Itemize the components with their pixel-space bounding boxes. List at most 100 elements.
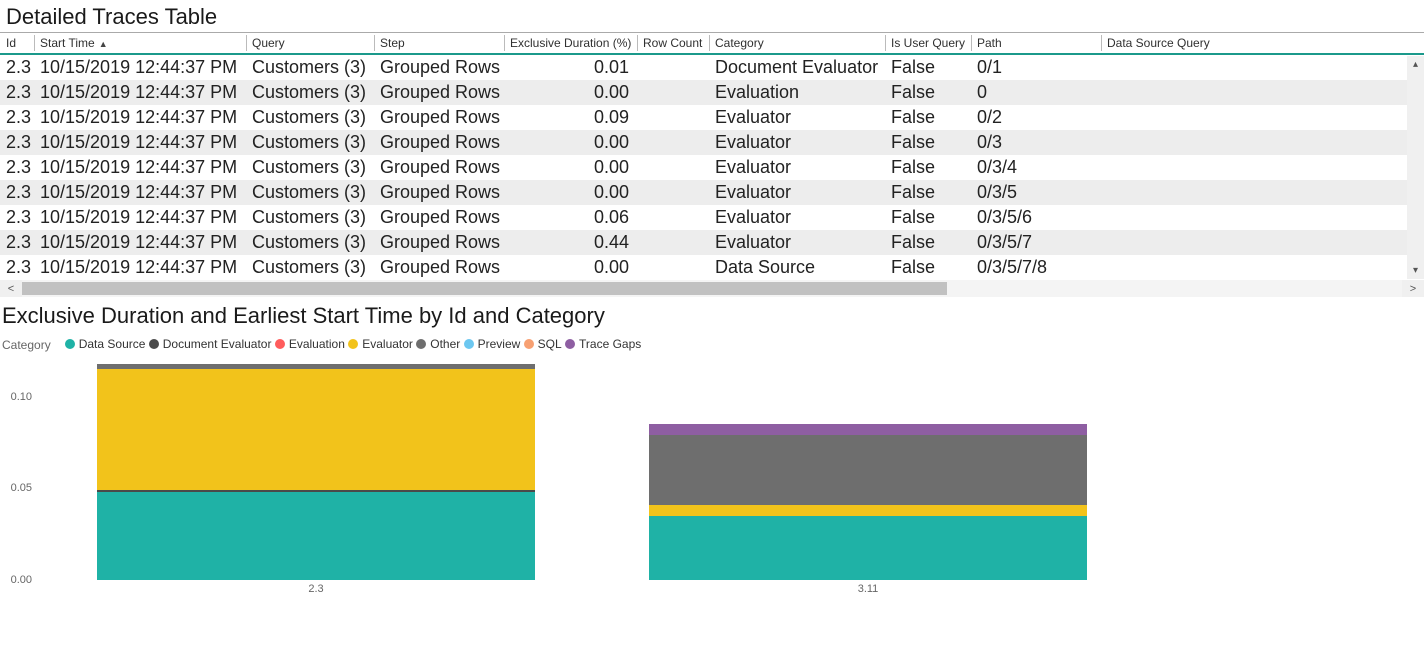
column-header[interactable]: Data Source Query [1101, 33, 1424, 55]
cell-dsq [1101, 155, 1424, 180]
column-header[interactable]: Exclusive Duration (%) [504, 33, 637, 55]
column-header[interactable]: Query [246, 33, 374, 55]
cell-isuser: False [885, 105, 971, 130]
sort-asc-icon: ▲ [99, 39, 108, 49]
table-row[interactable]: 2.310/15/2019 12:44:37 PMCustomers (3)Gr… [0, 205, 1424, 230]
table-row[interactable]: 2.310/15/2019 12:44:37 PMCustomers (3)Gr… [0, 105, 1424, 130]
bar-segment[interactable] [649, 516, 1086, 580]
table-title: Detailed Traces Table [0, 0, 1424, 32]
legend-item[interactable]: Other [416, 337, 460, 351]
legend-label-text: Preview [478, 337, 521, 351]
chart-area: 0.000.050.10 2.33.11 [0, 360, 1424, 600]
cell-step: Grouped Rows [374, 105, 504, 130]
cell-isuser: False [885, 54, 971, 80]
legend-item[interactable]: SQL [524, 337, 562, 351]
legend-item[interactable]: Preview [464, 337, 521, 351]
cell-id: 2.3 [0, 155, 34, 180]
cell-start: 10/15/2019 12:44:37 PM [34, 130, 246, 155]
bar[interactable] [97, 364, 534, 580]
legend-title: Category [2, 338, 51, 352]
cell-start: 10/15/2019 12:44:37 PM [34, 255, 246, 280]
cell-rowcount [637, 105, 709, 130]
cell-rowcount [637, 130, 709, 155]
legend-item[interactable]: Evaluation [275, 337, 345, 351]
cell-isuser: False [885, 155, 971, 180]
scroll-down-icon[interactable]: ▾ [1407, 262, 1424, 279]
cell-isuser: False [885, 230, 971, 255]
legend-label-text: Evaluator [362, 337, 413, 351]
cell-query: Customers (3) [246, 255, 374, 280]
cell-category: Evaluator [709, 180, 885, 205]
cell-id: 2.3 [0, 54, 34, 80]
column-header[interactable]: Step [374, 33, 504, 55]
table-row[interactable]: 2.310/15/2019 12:44:37 PMCustomers (3)Gr… [0, 230, 1424, 255]
cell-dsq [1101, 180, 1424, 205]
y-tick: 0.00 [11, 574, 32, 586]
column-header[interactable]: Id [0, 33, 34, 55]
cell-path: 0/3/5/6 [971, 205, 1101, 230]
scroll-left-icon[interactable]: < [0, 283, 22, 295]
cell-query: Customers (3) [246, 130, 374, 155]
column-header[interactable]: Path [971, 33, 1101, 55]
column-header[interactable]: Start Time▲ [34, 33, 246, 55]
x-axis: 2.33.11 [40, 580, 1144, 600]
cell-excl: 0.00 [504, 155, 637, 180]
cell-start: 10/15/2019 12:44:37 PM [34, 105, 246, 130]
bar[interactable] [649, 424, 1086, 580]
table-row[interactable]: 2.310/15/2019 12:44:37 PMCustomers (3)Gr… [0, 180, 1424, 205]
legend-item[interactable]: Trace Gaps [565, 337, 641, 351]
hscroll-track[interactable] [22, 280, 1402, 297]
legend-swatch-icon [524, 339, 534, 349]
column-header[interactable]: Row Count [637, 33, 709, 55]
cell-dsq [1101, 105, 1424, 130]
legend-label-text: Evaluation [289, 337, 345, 351]
cell-category: Evaluator [709, 230, 885, 255]
cell-query: Customers (3) [246, 180, 374, 205]
legend-item[interactable]: Document Evaluator [149, 337, 272, 351]
table-body: 2.310/15/2019 12:44:37 PMCustomers (3)Gr… [0, 54, 1424, 280]
table-row[interactable]: 2.310/15/2019 12:44:37 PMCustomers (3)Gr… [0, 54, 1424, 80]
bar-segment[interactable] [97, 492, 534, 580]
legend-item[interactable]: Data Source [65, 337, 146, 351]
bar-segment[interactable] [649, 505, 1086, 516]
bar-segment[interactable] [97, 369, 534, 490]
table-row[interactable]: 2.310/15/2019 12:44:37 PMCustomers (3)Gr… [0, 255, 1424, 280]
cell-step: Grouped Rows [374, 255, 504, 280]
hscroll-thumb[interactable] [22, 282, 947, 295]
chart-title: Exclusive Duration and Earliest Start Ti… [0, 297, 1424, 337]
cell-category: Data Source [709, 255, 885, 280]
bar-segment[interactable] [649, 435, 1086, 505]
cell-start: 10/15/2019 12:44:37 PM [34, 230, 246, 255]
legend-swatch-icon [416, 339, 426, 349]
cell-dsq [1101, 80, 1424, 105]
cell-rowcount [637, 230, 709, 255]
scroll-right-icon[interactable]: > [1402, 283, 1424, 295]
cell-step: Grouped Rows [374, 230, 504, 255]
legend-label-text: Data Source [79, 337, 146, 351]
cell-isuser: False [885, 80, 971, 105]
legend-label-text: Other [430, 337, 460, 351]
legend-item[interactable]: Evaluator [348, 337, 413, 351]
table-row[interactable]: 2.310/15/2019 12:44:37 PMCustomers (3)Gr… [0, 155, 1424, 180]
cell-step: Grouped Rows [374, 80, 504, 105]
horizontal-scrollbar[interactable]: < > [0, 280, 1424, 297]
cell-query: Customers (3) [246, 230, 374, 255]
legend-swatch-icon [275, 339, 285, 349]
cell-id: 2.3 [0, 180, 34, 205]
cell-path: 0/3/4 [971, 155, 1101, 180]
vscroll-track[interactable] [1407, 73, 1424, 262]
cell-query: Customers (3) [246, 54, 374, 80]
bar-segment[interactable] [649, 424, 1086, 435]
table-row[interactable]: 2.310/15/2019 12:44:37 PMCustomers (3)Gr… [0, 130, 1424, 155]
column-header[interactable]: Is User Query [885, 33, 971, 55]
cell-rowcount [637, 80, 709, 105]
chart-plot[interactable] [40, 360, 1144, 580]
vertical-scrollbar[interactable]: ▴ ▾ [1407, 56, 1424, 279]
table-row[interactable]: 2.310/15/2019 12:44:37 PMCustomers (3)Gr… [0, 80, 1424, 105]
cell-step: Grouped Rows [374, 54, 504, 80]
cell-query: Customers (3) [246, 105, 374, 130]
scroll-up-icon[interactable]: ▴ [1407, 56, 1424, 73]
chart-legend: Category Data Source Document Evaluator … [0, 337, 1424, 360]
y-tick: 0.05 [11, 482, 32, 494]
column-header[interactable]: Category [709, 33, 885, 55]
